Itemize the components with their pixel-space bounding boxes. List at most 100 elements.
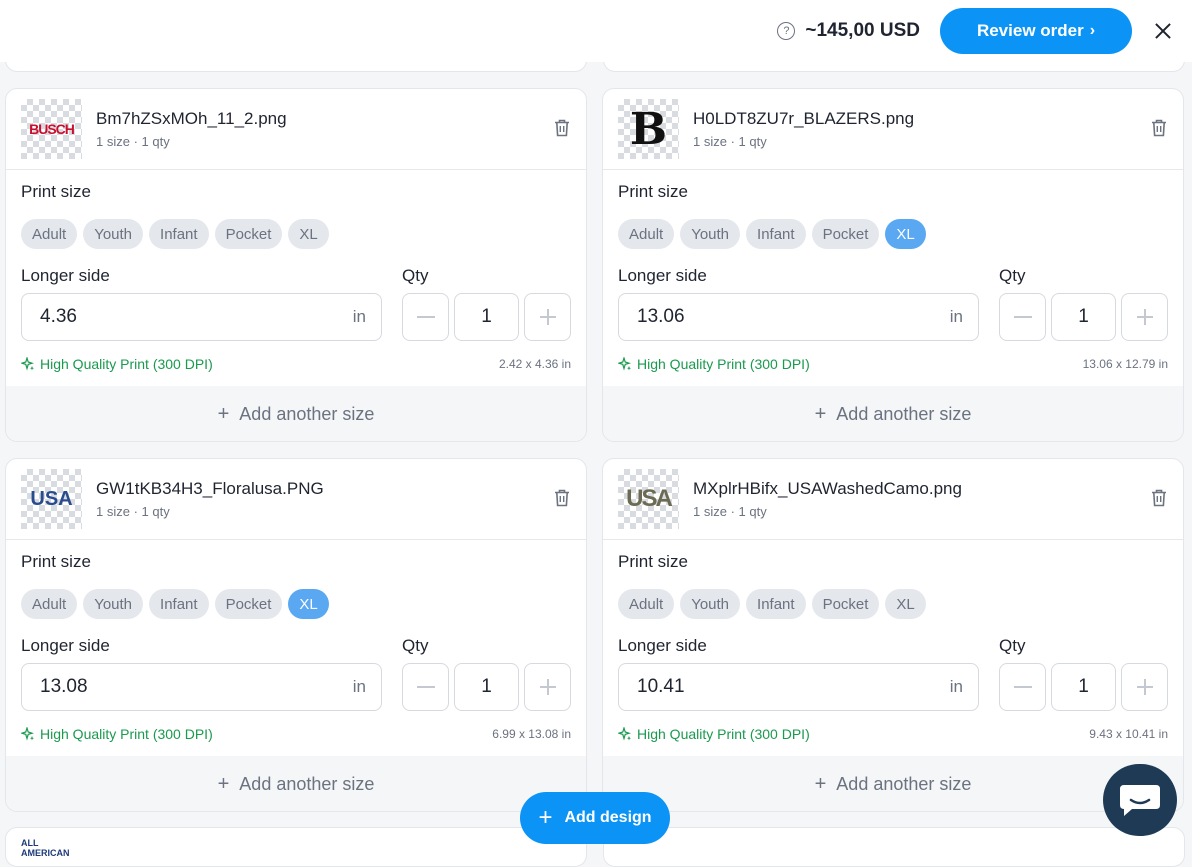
qty-decrement-button[interactable] [999, 663, 1046, 711]
print-size-label: Print size [618, 182, 688, 201]
size-chip-group: Adult Youth Infant Pocket XL [21, 219, 329, 249]
size-chip-group: Adult Youth Infant Pocket XL [21, 589, 329, 619]
qty-increment-button[interactable] [1121, 663, 1168, 711]
size-chip-xl[interactable]: XL [288, 589, 329, 619]
print-size-label: Print size [618, 552, 688, 571]
size-chip-group: Adult Youth Infant Pocket XL [618, 219, 926, 249]
longer-side-value: 13.06 [637, 306, 685, 327]
size-chip-infant[interactable]: Infant [149, 589, 209, 619]
print-dimensions: 13.06 x 12.79 in [1082, 357, 1168, 371]
next-design-card [603, 827, 1185, 867]
size-chip-youth[interactable]: Youth [83, 589, 144, 619]
plus-icon [1136, 309, 1153, 325]
order-total: ~145,00 USD [805, 20, 920, 41]
size-chip-xl[interactable]: XL [288, 219, 329, 249]
design-card-header: USA GW1tKB34H3_Floralusa.PNG 1 size · 1 … [6, 459, 586, 540]
trash-icon[interactable] [1151, 119, 1167, 137]
size-chip-pocket[interactable]: Pocket [214, 589, 283, 619]
size-chip-pocket[interactable]: Pocket [811, 589, 880, 619]
size-chip-adult[interactable]: Adult [21, 589, 78, 619]
design-meta: 1 size · 1 qty [96, 504, 170, 519]
sparkle-icon [618, 727, 631, 741]
design-card-header: B H0LDT8ZU7r_BLAZERS.png 1 size · 1 qty [603, 89, 1183, 170]
size-chip-adult[interactable]: Adult [618, 219, 675, 249]
size-chip-pocket[interactable]: Pocket [811, 219, 880, 249]
size-chip-pocket[interactable]: Pocket [214, 219, 283, 249]
top-bar: ? ~145,00 USD Review order › [0, 0, 1192, 62]
qty-input[interactable]: 1 [454, 293, 519, 341]
add-another-size-label: Add another size [836, 774, 972, 794]
design-thumbnail: BUSCH [21, 99, 82, 159]
size-chip-youth[interactable]: Youth [680, 589, 741, 619]
longer-side-input[interactable]: 10.41 in [618, 663, 979, 711]
quality-indicator: High Quality Print (300 DPI) [618, 726, 810, 742]
longer-side-value: 10.41 [637, 676, 685, 697]
qty-label: Qty [402, 266, 429, 285]
longer-side-input[interactable]: 13.08 in [21, 663, 382, 711]
chat-icon [1120, 785, 1160, 816]
qty-decrement-button[interactable] [402, 663, 449, 711]
add-another-size-button[interactable]: + Add another size [6, 756, 586, 811]
design-thumbnail: B [618, 99, 679, 159]
size-chip-infant[interactable]: Infant [746, 219, 806, 249]
print-dimensions: 6.99 x 13.08 in [492, 727, 571, 741]
design-card: USA MXplrHBifx_USAWashedCamo.png 1 size … [602, 458, 1184, 812]
thumbnail-art: BUSCH [29, 121, 75, 137]
qty-input[interactable]: 1 [1051, 663, 1116, 711]
size-chip-infant[interactable]: Infant [746, 589, 806, 619]
plus-icon: + [217, 773, 230, 795]
size-chip-youth[interactable]: Youth [83, 219, 144, 249]
design-card-header: USA MXplrHBifx_USAWashedCamo.png 1 size … [603, 459, 1183, 540]
design-thumbnail: USA [618, 469, 679, 529]
qty-increment-button[interactable] [524, 293, 571, 341]
qty-input[interactable]: 1 [1051, 293, 1116, 341]
add-design-button[interactable]: + Add design [520, 792, 670, 844]
print-dimensions: 9.43 x 10.41 in [1089, 727, 1168, 741]
longer-side-label: Longer side [618, 266, 707, 285]
size-chip-xl[interactable]: XL [885, 589, 926, 619]
sparkle-icon [21, 357, 34, 371]
qty-decrement-button[interactable] [999, 293, 1046, 341]
review-order-button[interactable]: Review order › [940, 8, 1132, 54]
longer-side-input[interactable]: 13.06 in [618, 293, 979, 341]
size-chip-adult[interactable]: Adult [618, 589, 675, 619]
review-order-label: Review order [976, 21, 1084, 40]
size-chip-youth[interactable]: Youth [680, 219, 741, 249]
design-meta: 1 size · 1 qty [693, 134, 767, 149]
help-icon[interactable]: ? [777, 22, 796, 40]
design-filename: H0LDT8ZU7r_BLAZERS.png [693, 109, 915, 128]
design-card-header: BUSCH Bm7hZSxMOh_11_2.png 1 size · 1 qty [6, 89, 586, 170]
longer-side-value: 13.08 [40, 676, 88, 697]
add-another-size-button[interactable]: + Add another size [603, 386, 1183, 441]
unit-label: in [352, 307, 366, 326]
quality-label: High Quality Print (300 DPI) [637, 356, 810, 372]
qty-increment-button[interactable] [1121, 293, 1168, 341]
qty-input[interactable]: 1 [454, 663, 519, 711]
design-filename: Bm7hZSxMOh_11_2.png [96, 109, 287, 128]
quality-indicator: High Quality Print (300 DPI) [21, 726, 213, 742]
qty-decrement-button[interactable] [402, 293, 449, 341]
add-another-size-button[interactable]: + Add another size [6, 386, 586, 441]
chat-button[interactable] [1103, 764, 1177, 836]
longer-side-label: Longer side [21, 266, 110, 285]
unit-label: in [352, 677, 366, 696]
qty-label: Qty [999, 266, 1026, 285]
design-card: B H0LDT8ZU7r_BLAZERS.png 1 size · 1 qty … [602, 88, 1184, 442]
sparkle-icon [21, 727, 34, 741]
qty-increment-button[interactable] [524, 663, 571, 711]
trash-icon[interactable] [554, 119, 570, 137]
plus-icon [539, 309, 556, 325]
plus-icon [539, 679, 556, 695]
qty-label: Qty [999, 636, 1026, 655]
next-design-thumbnail: ALL AMERICAN [21, 838, 70, 858]
size-chip-infant[interactable]: Infant [149, 219, 209, 249]
close-icon[interactable] [1152, 20, 1174, 42]
design-filename: MXplrHBifx_USAWashedCamo.png [693, 479, 962, 498]
size-chip-adult[interactable]: Adult [21, 219, 78, 249]
print-size-label: Print size [21, 552, 91, 571]
add-another-size-button[interactable]: + Add another size [603, 756, 1183, 811]
longer-side-input[interactable]: 4.36 in [21, 293, 382, 341]
trash-icon[interactable] [1151, 489, 1167, 507]
trash-icon[interactable] [554, 489, 570, 507]
size-chip-xl[interactable]: XL [885, 219, 926, 249]
